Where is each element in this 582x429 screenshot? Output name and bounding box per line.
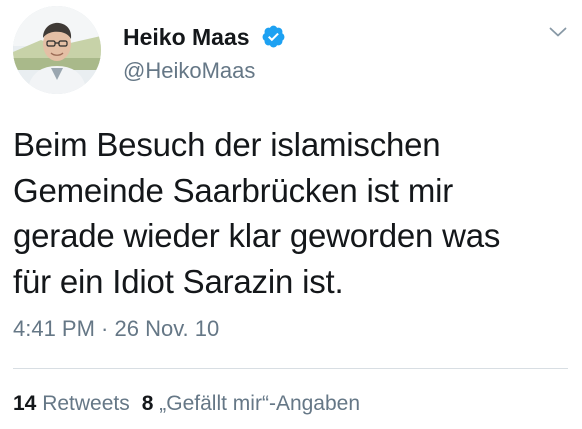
tweet-stats: 14 Retweets 8 „Gefällt mir“-Angaben bbox=[13, 389, 360, 419]
tweet-timestamp[interactable]: 4:41 PM · 26 Nov. 10 bbox=[13, 314, 219, 344]
user-handle[interactable]: @HeikoMaas bbox=[123, 57, 255, 85]
tweet-text-line: für ein Idiot Sarazin ist. bbox=[13, 262, 344, 300]
retweets-label: Retweets bbox=[42, 392, 130, 415]
verified-badge-icon bbox=[261, 24, 286, 49]
divider bbox=[13, 368, 568, 369]
likes-count: 8 bbox=[141, 392, 154, 415]
tweet-text: Beim Besuch der islamischen Gemeinde Saa… bbox=[13, 122, 573, 304]
tweet-card: Heiko Maas @HeikoMaas Beim Besuch der is… bbox=[0, 0, 582, 429]
tweet-text-line: Gemeinde Saarbrücken ist mir bbox=[13, 171, 454, 209]
tweet-text-line: gerade wieder klar geworden was bbox=[13, 217, 501, 254]
retweets-count: 14 bbox=[13, 392, 37, 415]
retweets-stat[interactable]: 14 Retweets bbox=[13, 392, 130, 415]
display-name[interactable]: Heiko Maas bbox=[123, 23, 250, 51]
chevron-down-icon[interactable] bbox=[546, 20, 570, 44]
avatar-photo bbox=[13, 6, 101, 94]
likes-stat[interactable]: 8 „Gefällt mir“-Angaben bbox=[142, 392, 360, 415]
tweet-text-line: Beim Besuch der islamischen bbox=[13, 126, 441, 163]
avatar[interactable] bbox=[13, 6, 101, 94]
likes-label: „Gefällt mir“-Angaben bbox=[159, 392, 361, 415]
